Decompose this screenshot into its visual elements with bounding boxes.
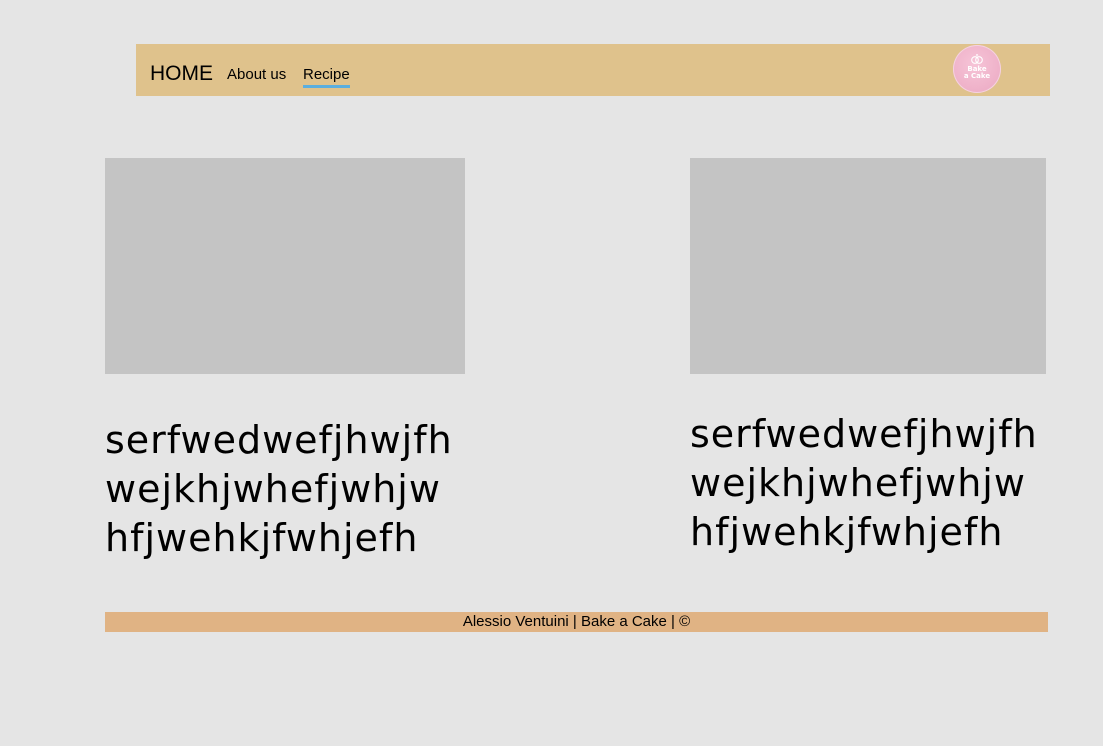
footer-text: Alessio Ventuini | Bake a Cake | © — [462, 613, 691, 630]
card-text-2: serfwedwefjhwjfh wejkhjwhefjwhjw hfjwehk… — [690, 412, 1038, 554]
card-image-placeholder-2 — [690, 158, 1046, 374]
nav-recipe-link[interactable]: Recipe — [303, 66, 350, 88]
rings-icon — [971, 54, 983, 64]
footer: Alessio Ventuini | Bake a Cake | © — [105, 612, 1048, 632]
nav-home-link[interactable]: HOME — [150, 62, 213, 86]
card-text-1: serfwedwefjhwjfh wejkhjwhefjwhjw hfjwehk… — [105, 418, 453, 560]
nav-about-link[interactable]: About us — [227, 66, 286, 84]
logo-text: Bake a Cake — [953, 66, 1001, 80]
logo-text-line-2: a Cake — [963, 72, 991, 80]
card-image-placeholder-1 — [105, 158, 465, 374]
navbar: HOME About us Recipe Bake a Cake — [136, 44, 1050, 96]
bake-a-cake-logo[interactable]: Bake a Cake — [953, 45, 1001, 93]
